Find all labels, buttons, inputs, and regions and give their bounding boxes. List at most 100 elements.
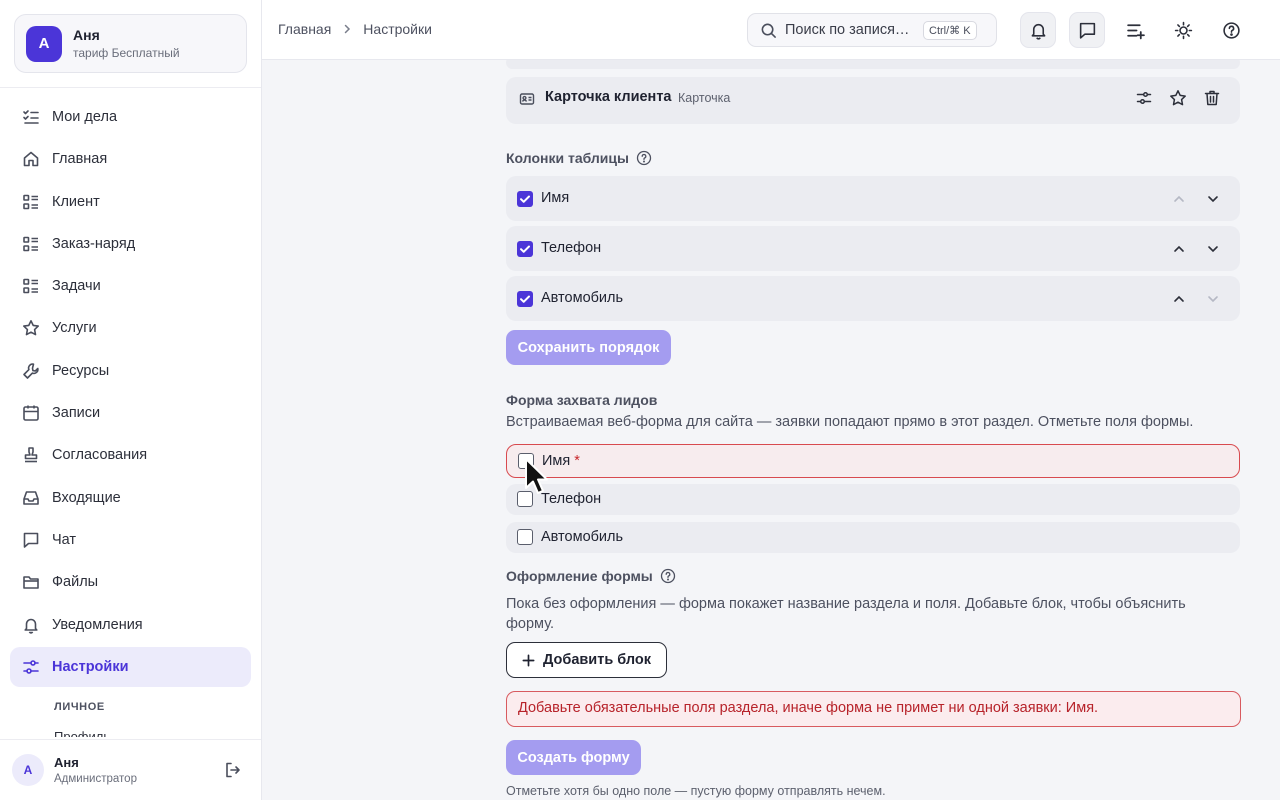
error-alert: Добавьте обязательные поля раздела, инач… [506,691,1241,727]
list-icon [22,193,40,211]
column-checkbox-phone[interactable] [517,241,533,257]
column-label: Телефон [541,240,602,256]
column-label: Имя [541,190,570,206]
calendar-icon [22,404,40,422]
save-order-button[interactable]: Сохранить порядок [506,330,671,365]
settings-sliders-icon[interactable] [1135,89,1153,107]
home-icon [22,150,40,168]
nav-group-personal: ЛИЧНОЕ [54,701,105,714]
lead-field-row-phone[interactable]: Телефон [506,484,1240,515]
sidebar-item-client[interactable]: Клиент [10,182,251,222]
form-design-description: Пока без оформления — форма покажет назв… [506,596,1186,632]
sidebar-item-label: Главная [52,151,108,168]
sidebar-item-my-tasks[interactable]: Мои дела [10,97,251,137]
logout-icon[interactable] [224,761,242,779]
sidebar-item-label: Чат [52,531,77,548]
chat-button[interactable] [1069,12,1105,48]
lead-field-row-name[interactable]: Имя * [506,444,1240,478]
sidebar-item-resources[interactable]: Ресурсы [10,351,251,391]
lead-field-checkbox-car[interactable] [517,529,533,545]
sidebar-item-label: Согласования [52,447,148,464]
user-profile: А Аня Администратор [12,752,252,788]
sidebar-item-files[interactable]: Файлы [10,562,251,602]
column-row-phone[interactable]: Телефон [506,226,1240,271]
column-label: Автомобиль [541,290,624,306]
breadcrumb: Главная Настройки [278,21,432,37]
sidebar-item-label: Записи [52,405,101,422]
chat-icon [22,531,40,549]
create-form-hint: Отметьте хотя бы одно поле — пустую форм… [506,784,886,798]
sidebar-item-services[interactable]: Услуги [10,308,251,348]
column-checkbox-car[interactable] [517,291,533,307]
help-icon[interactable] [636,150,652,166]
chat-icon [1078,21,1097,40]
client-card-title: Карточка клиента [545,89,672,105]
search-placeholder: Поиск по записям… [785,22,915,38]
help-button[interactable] [1213,12,1249,48]
client-card-subtitle: Карточка [678,91,731,105]
sidebar-item-label: Файлы [52,574,99,591]
sliders-icon [22,658,40,676]
sidebar-item-settings[interactable]: Настройки [10,646,251,687]
search-icon [760,22,777,39]
checklist-icon [22,108,40,126]
chevron-down-icon[interactable] [1205,191,1221,207]
sidebar-item-label: Услуги [52,320,97,337]
sidebar-item-label: Входящие [52,489,121,506]
lead-field-row-car[interactable]: Автомобиль [506,522,1240,553]
list-item [506,60,1240,69]
chevron-down-icon [1205,291,1221,307]
sidebar-item-inbox[interactable]: Входящие [10,478,251,518]
column-checkbox-name[interactable] [517,191,533,207]
section-title-form-design: Оформление формы [506,568,676,584]
account-switcher[interactable]: А Аня тариф Бесплатный [14,14,247,73]
sidebar-item-label: Клиент [52,193,100,210]
sidebar-item-label: Мои дела [52,109,118,125]
star-icon[interactable] [1169,89,1187,107]
settings-content: Карточка клиента Карточка Колонки таблиц… [262,60,1280,800]
column-row-car[interactable]: Автомобиль [506,276,1240,321]
chevron-up-icon[interactable] [1171,241,1187,257]
column-row-name[interactable]: Имя [506,176,1240,221]
sidebar-item-label: Уведомления [52,616,143,633]
sidebar-item-home[interactable]: Главная [10,139,251,179]
sidebar-item-approvals[interactable]: Согласования [10,435,251,475]
sidebar-item-tasks[interactable]: Задачи [10,266,251,306]
sidebar-item-label: Задачи [52,278,101,295]
bell-icon [1029,21,1048,40]
theme-toggle-button[interactable] [1165,12,1201,48]
required-mark: * [574,453,580,469]
trash-icon[interactable] [1203,89,1221,107]
id-card-icon [519,91,535,107]
sun-icon [1174,21,1193,40]
section-title-text: Форма захвата лидов [506,392,658,408]
create-form-button[interactable]: Создать форму [506,740,641,775]
avatar[interactable]: А [12,754,44,786]
sidebar-item-notifications[interactable]: Уведомления [10,605,251,645]
star-icon [22,319,40,337]
search-shortcut: Ctrl/⌘ K [923,20,977,40]
help-icon[interactable] [660,568,676,584]
search-input[interactable]: Поиск по записям… Ctrl/⌘ K [747,13,997,47]
user-name: Аня [54,755,79,770]
sidebar-item-bookings[interactable]: Записи [10,393,251,433]
add-block-button[interactable]: Добавить блок [506,642,667,678]
wrench-icon [22,362,40,380]
sidebar: А Аня тариф Бесплатный Мои дела Главная … [0,0,262,800]
user-role: Администратор [54,773,137,785]
inbox-icon [22,489,40,507]
sidebar-divider [0,87,261,88]
notifications-button[interactable] [1020,12,1056,48]
sidebar-item-chat[interactable]: Чат [10,520,251,560]
sidebar-item-label: Настройки [52,658,129,675]
task-list-button[interactable] [1117,12,1153,48]
account-plan: тариф Бесплатный [73,46,180,60]
account-name: Аня [73,27,100,43]
chevron-down-icon[interactable] [1205,241,1221,257]
section-title-lead-form: Форма захвата лидов [506,392,657,408]
chevron-up-icon[interactable] [1171,291,1187,307]
breadcrumb-home[interactable]: Главная [278,21,331,37]
sidebar-item-work-order[interactable]: Заказ-наряд [10,224,251,264]
sidebar-item-profile[interactable]: Профиль [10,721,251,737]
sidebar-divider [0,739,261,740]
